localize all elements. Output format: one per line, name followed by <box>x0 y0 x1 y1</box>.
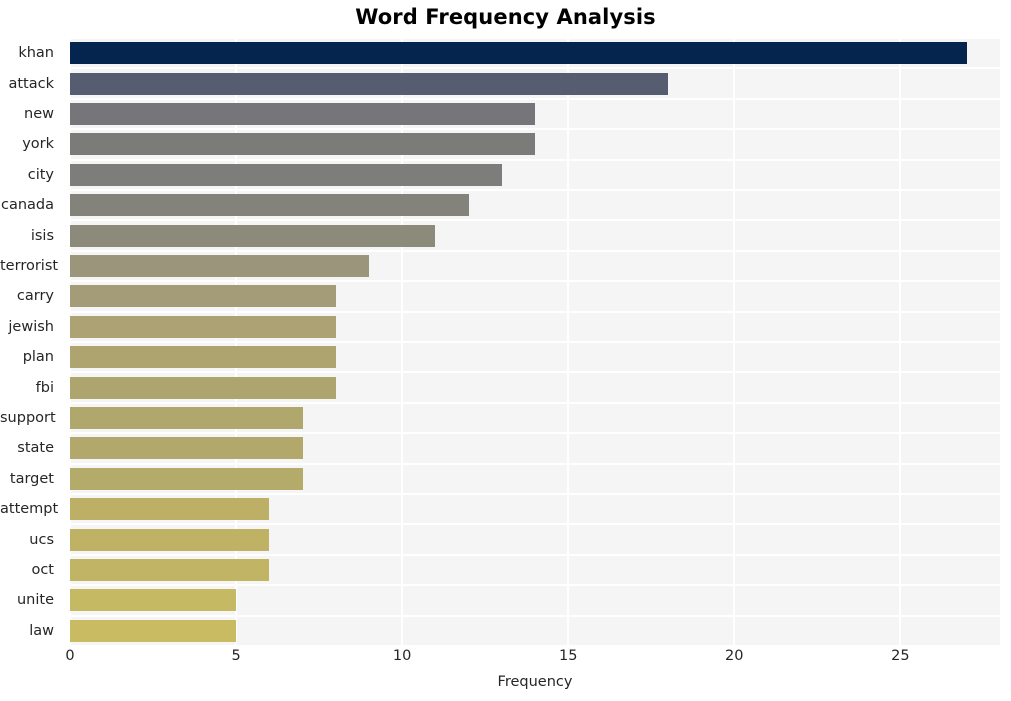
bar[interactable] <box>70 163 502 186</box>
bar[interactable] <box>70 315 336 338</box>
bar[interactable] <box>70 103 535 125</box>
bar[interactable] <box>70 72 668 95</box>
y-axis-tick-label: new <box>24 106 54 122</box>
y-axis-tick-label: canada <box>0 197 54 214</box>
x-axis-tick-label: 20 <box>725 648 744 664</box>
y-axis-tick-label: fbi <box>35 379 54 396</box>
y-axis-tick-label: attack <box>8 75 54 92</box>
gridline-horizontal <box>70 493 1000 495</box>
bar[interactable] <box>70 346 336 369</box>
y-axis-tick-label: jewish <box>8 318 54 335</box>
bar[interactable] <box>70 407 303 429</box>
gridline-horizontal <box>70 310 1000 313</box>
gridline-horizontal <box>70 67 1000 70</box>
gridline-horizontal <box>70 645 1000 646</box>
y-axis-tick-label: york <box>22 136 54 153</box>
gridline-horizontal <box>70 341 1000 343</box>
bar[interactable] <box>70 528 270 551</box>
y-axis-tick-label: terrorist <box>0 258 59 274</box>
x-axis-tick-label: 15 <box>558 648 578 664</box>
y-axis-tick-label: support <box>0 410 56 426</box>
y-axis-tick-label: attempt <box>0 501 59 518</box>
bar[interactable] <box>70 437 303 460</box>
bar[interactable] <box>70 42 967 65</box>
y-axis-tick-label: carry <box>16 288 54 305</box>
x-axis-tick-label: 25 <box>891 648 910 664</box>
chart-title: Word Frequency Analysis <box>355 5 656 29</box>
y-axis-tick-label: plan <box>22 349 54 366</box>
bar[interactable] <box>70 559 270 581</box>
bar[interactable] <box>70 498 270 521</box>
gridline-horizontal <box>70 38 1000 39</box>
x-axis-tick-label: 0 <box>65 648 75 664</box>
y-axis-tick-label: state <box>17 440 54 457</box>
gridline-horizontal <box>70 462 1000 465</box>
bar[interactable] <box>70 133 535 156</box>
gridline-horizontal <box>70 401 1000 404</box>
gridline-horizontal <box>70 523 1000 526</box>
gridline-horizontal <box>70 97 1000 100</box>
gridline-horizontal <box>70 219 1000 222</box>
x-axis-tick-labels: 0 5 10 15 20 25 <box>65 648 1000 672</box>
chart-figure: Word Frequency Analysis khan attack new yor… <box>0 0 1011 701</box>
y-axis-tick-label: oct <box>31 562 54 578</box>
y-axis-tick-label: khan <box>18 45 54 62</box>
y-axis-tick-label: isis <box>30 227 54 244</box>
bar[interactable] <box>70 224 436 247</box>
gridline-horizontal <box>70 432 1000 435</box>
x-axis-tick-label: 10 <box>392 648 412 664</box>
gridline-horizontal <box>70 280 1000 283</box>
gridline-horizontal <box>70 128 1000 131</box>
gridline-horizontal <box>70 189 1000 191</box>
plot-area <box>70 38 1000 646</box>
gridline-horizontal <box>70 158 1000 161</box>
y-axis-tick-label: ucs <box>29 531 54 548</box>
bar[interactable] <box>70 376 336 399</box>
bar[interactable] <box>70 619 237 642</box>
gridline-horizontal <box>70 371 1000 374</box>
x-axis-tick-label: 5 <box>231 648 241 664</box>
gridline-horizontal <box>70 553 1000 556</box>
bar[interactable] <box>70 285 336 308</box>
bar[interactable] <box>70 467 303 490</box>
gridline-horizontal <box>70 614 1000 617</box>
bar[interactable] <box>70 194 469 217</box>
y-axis-tick-labels: khan attack new york city canada isis terrorist… <box>0 38 62 646</box>
gridline-horizontal <box>70 584 1000 587</box>
gridline-horizontal <box>70 249 1000 252</box>
bar[interactable] <box>70 589 237 612</box>
x-axis-label: Frequency <box>497 674 573 690</box>
y-axis-tick-label: city <box>27 166 54 183</box>
y-axis-tick-label: law <box>29 622 54 639</box>
bar[interactable] <box>70 255 369 277</box>
y-axis-tick-label: unite <box>16 592 54 609</box>
y-axis-tick-label: target <box>9 470 54 487</box>
